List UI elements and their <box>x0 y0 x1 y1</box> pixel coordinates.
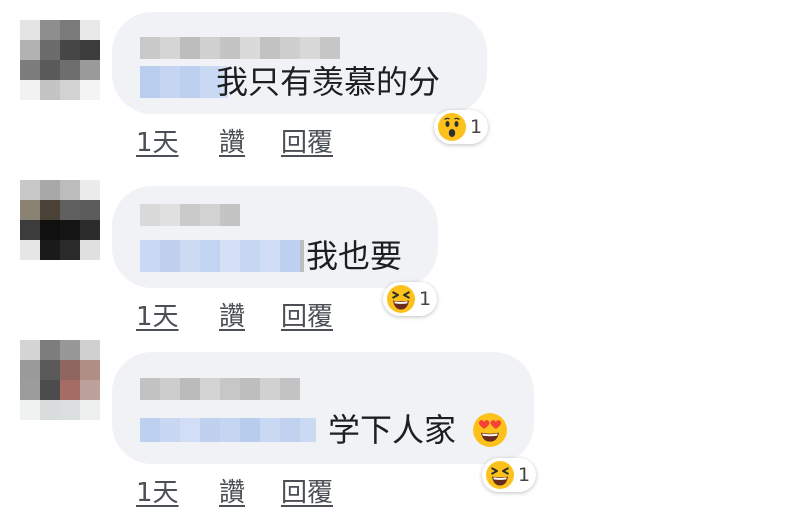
comment-2: 我也要 1 1天 讚 回覆 <box>0 170 800 340</box>
heart-eyes-emoji-icon <box>473 413 507 447</box>
reaction-badge[interactable]: 1 <box>434 110 489 144</box>
author-name-redacted[interactable] <box>140 204 240 226</box>
reply-link[interactable]: 回覆 <box>281 122 333 159</box>
like-link[interactable]: 讚 <box>219 472 245 509</box>
comment-bubble: 我也要 <box>112 186 438 288</box>
reaction-badge[interactable]: 1 <box>482 458 537 492</box>
comment-3: 学下人家 1 1天 讚 回覆 <box>0 340 800 513</box>
reaction-count: 1 <box>518 464 531 486</box>
author-name-redacted[interactable] <box>140 378 300 400</box>
author-name-redacted[interactable] <box>140 37 340 59</box>
laughing-emoji-icon <box>486 461 514 489</box>
timestamp-link[interactable]: 1天 <box>136 122 179 159</box>
comment-text: 学下人家 <box>328 411 457 449</box>
comment-1: 我只有羡慕的分 1 1天 讚 回覆 <box>0 0 800 170</box>
comment-bubble: 学下人家 <box>112 352 534 464</box>
reply-link[interactable]: 回覆 <box>281 296 333 333</box>
comment-text: 我只有羡慕的分 <box>216 63 441 101</box>
wow-emoji-icon <box>438 113 466 141</box>
timestamp-link[interactable]: 1天 <box>136 472 179 509</box>
comment-text: 我也要 <box>306 237 403 275</box>
like-link[interactable]: 讚 <box>219 122 245 159</box>
reaction-count: 1 <box>419 288 432 310</box>
avatar[interactable] <box>20 180 100 260</box>
mention-tag-redacted[interactable] <box>140 418 316 442</box>
timestamp-link[interactable]: 1天 <box>136 296 179 333</box>
mention-tag-redacted[interactable] <box>140 240 304 272</box>
laughing-emoji-icon <box>387 285 415 313</box>
avatar[interactable] <box>20 20 100 100</box>
reaction-count: 1 <box>470 116 483 138</box>
avatar[interactable] <box>20 340 100 420</box>
reply-link[interactable]: 回覆 <box>281 472 333 509</box>
reaction-badge[interactable]: 1 <box>383 282 438 316</box>
like-link[interactable]: 讚 <box>219 296 245 333</box>
mention-tag-redacted[interactable] <box>140 66 228 98</box>
comment-bubble: 我只有羡慕的分 <box>112 12 487 114</box>
